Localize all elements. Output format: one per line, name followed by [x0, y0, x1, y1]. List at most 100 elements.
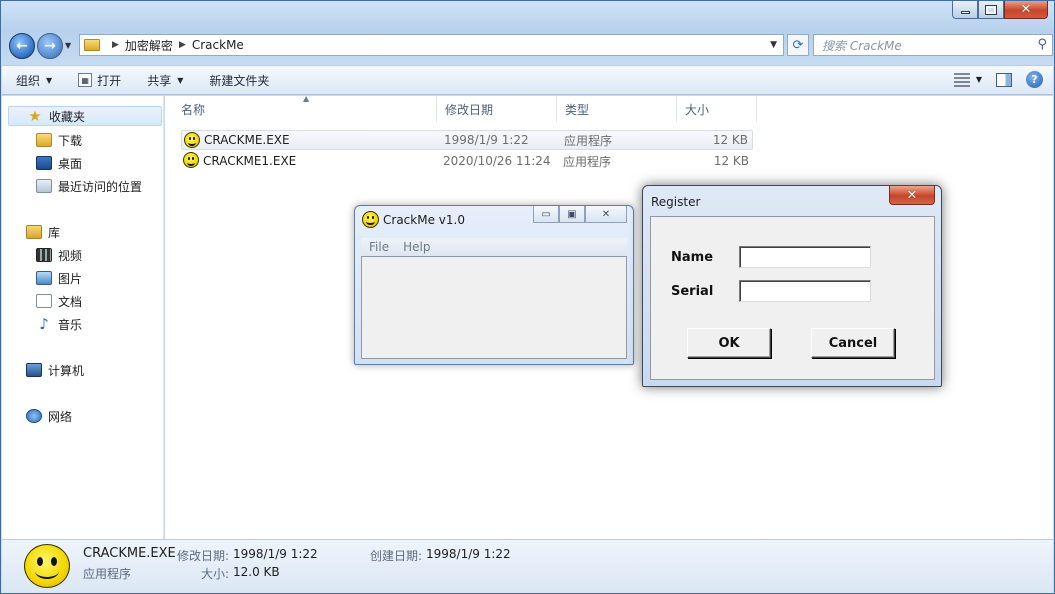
document-icon [36, 294, 52, 308]
minimize-button[interactable] [952, 1, 978, 19]
crackme-maximize-button[interactable]: ▣ [559, 206, 585, 223]
register-dialog: Register ✕ Name Serial OK Cancel [642, 185, 942, 387]
smiley-icon [362, 211, 379, 228]
organize-button[interactable]: 组织 ▼ [16, 72, 52, 89]
crackme-title: CrackMe v1.0 [383, 213, 465, 227]
view-list-icon [953, 72, 970, 87]
column-header-type[interactable]: 类型 [557, 96, 677, 122]
column-header-label: 大小 [685, 102, 710, 117]
sidebar-item-desktop[interactable]: 桌面 [36, 153, 82, 173]
file-size: 12 KB [713, 154, 749, 168]
sidebar-item-favorites[interactable]: ★ 收藏夹 [8, 106, 162, 126]
file-name: CRACKME1.EXE [203, 154, 297, 168]
refresh-icon: ⟳ [792, 37, 804, 53]
ok-button[interactable]: OK [687, 328, 771, 358]
sidebar-item-downloads[interactable]: 下载 [36, 130, 82, 150]
navigation-bar: ← → ▼ ▶ 加密解密 ▶ CrackMe ▼ ⟳ 搜索 CrackMe ⚲ [7, 31, 1053, 61]
name-field[interactable] [739, 246, 871, 268]
detail-size-label: 大小: [201, 567, 230, 581]
sidebar-item-label: 下载 [58, 133, 83, 148]
menu-help[interactable]: Help [403, 240, 430, 254]
register-client-area: Name Serial OK Cancel [650, 216, 935, 380]
table-row[interactable]: CRACKME.EXE 1998/1/9 1:22 应用程序 12 KB [181, 130, 753, 150]
detail-modified-label: 修改日期: [177, 549, 230, 563]
crackme-close-button[interactable]: ✕ [585, 206, 627, 223]
breadcrumb-item-crackme[interactable]: CrackMe [192, 38, 244, 52]
close-icon: ✕ [906, 187, 918, 203]
sidebar-item-label: 网络 [48, 409, 73, 424]
preview-pane-button[interactable] [996, 72, 1012, 87]
search-icon[interactable]: ⚲ [1037, 37, 1047, 52]
maximize-button[interactable] [978, 1, 1004, 19]
detail-created-value: 1998/1/9 1:22 [426, 547, 511, 561]
file-type: 应用程序 [563, 154, 612, 169]
recent-pages-dropdown[interactable]: ▼ [65, 41, 71, 50]
crackme-minimize-button[interactable]: ▭ [533, 206, 559, 223]
column-header-size[interactable]: 大小 [677, 96, 757, 122]
file-type: 应用程序 [564, 133, 613, 148]
change-view-button[interactable]: ▼ [953, 72, 982, 87]
sidebar-item-computer[interactable]: 计算机 [26, 360, 84, 380]
maximize-icon [986, 5, 996, 14]
column-header-label: 修改日期 [445, 102, 494, 117]
serial-label: Serial [671, 284, 714, 299]
maximize-icon: ▣ [567, 208, 577, 220]
chevron-right-icon[interactable]: ▶ [112, 40, 119, 50]
sidebar-item-label: 图片 [58, 271, 83, 286]
sidebar-item-network[interactable]: 网络 [26, 406, 72, 426]
name-label: Name [671, 250, 714, 265]
address-bar[interactable]: ▶ 加密解密 ▶ CrackMe ▼ [79, 34, 784, 56]
column-header-date[interactable]: 修改日期 [437, 96, 557, 122]
file-date: 1998/1/9 1:22 [444, 133, 529, 147]
open-button[interactable]: ▦ 打开 [78, 72, 121, 89]
register-title: Register [651, 195, 701, 209]
sidebar-item-recent[interactable]: 最近访问的位置 [36, 176, 142, 196]
crackme-caption-buttons: ▭ ▣ ✕ [533, 206, 627, 223]
sidebar-item-music[interactable]: ♪ 音乐 [36, 314, 82, 334]
sidebar-item-label: 桌面 [58, 156, 83, 171]
share-label: 共享 [147, 73, 172, 88]
picture-icon [36, 271, 52, 285]
column-header-name[interactable]: 名称 [173, 96, 437, 122]
sidebar-item-pictures[interactable]: 图片 [36, 268, 82, 288]
detail-file-name: CRACKME.EXE [83, 546, 176, 561]
close-icon: ✕ [601, 208, 611, 220]
smiley-icon [184, 132, 200, 148]
file-name: CRACKME.EXE [204, 133, 290, 147]
open-icon: ▦ [78, 73, 93, 87]
navigation-pane: ★ 收藏夹 下载 桌面 最近访问的位置 库 视频 图片 文档 ♪ 音乐 计算机 [2, 96, 164, 539]
address-dropdown-icon[interactable]: ▼ [770, 40, 777, 50]
breadcrumb-item-jiami[interactable]: 加密解密 [125, 37, 173, 54]
chevron-right-icon[interactable]: ▶ [179, 40, 186, 50]
crackme-window: CrackMe v1.0 ▭ ▣ ✕ File Help [354, 205, 634, 365]
new-folder-label: 新建文件夹 [209, 73, 270, 88]
organize-label: 组织 [16, 73, 41, 88]
detail-created-label: 创建日期: [370, 549, 423, 563]
back-arrow-icon: ← [16, 38, 28, 54]
forward-button[interactable]: → [37, 33, 63, 59]
details-pane: CRACKME.EXE 应用程序 修改日期: 1998/1/9 1:22 创建日… [2, 539, 1053, 593]
serial-field[interactable] [739, 280, 871, 302]
cancel-button[interactable]: Cancel [811, 328, 895, 358]
sidebar-item-libraries[interactable]: 库 [26, 222, 60, 242]
share-button[interactable]: 共享 ▼ [147, 72, 183, 89]
column-header-label: 名称 [181, 102, 206, 117]
menu-file[interactable]: File [369, 240, 389, 254]
back-button[interactable]: ← [9, 33, 35, 59]
refresh-button[interactable]: ⟳ [787, 34, 809, 56]
sidebar-item-videos[interactable]: 视频 [36, 245, 82, 265]
music-icon: ♪ [39, 315, 49, 333]
sidebar-item-documents[interactable]: 文档 [36, 291, 82, 311]
help-icon[interactable]: ? [1026, 71, 1043, 88]
register-close-button[interactable]: ✕ [889, 186, 935, 205]
new-folder-button[interactable]: 新建文件夹 [209, 72, 269, 89]
smiley-icon [24, 544, 70, 588]
table-row[interactable]: CRACKME1.EXE 2020/10/26 11:24 应用程序 12 KB [181, 151, 753, 171]
folder-icon [84, 39, 100, 51]
column-header-label: 类型 [565, 102, 590, 117]
sidebar-item-label: 视频 [58, 248, 83, 263]
command-bar: 组织 ▼ ▦ 打开 共享 ▼ 新建文件夹 ▼ ? [2, 65, 1053, 95]
close-button[interactable]: ✕ [1004, 1, 1048, 19]
search-input[interactable]: 搜索 CrackMe ⚲ [813, 34, 1053, 56]
minimize-icon: ▭ [541, 208, 551, 220]
